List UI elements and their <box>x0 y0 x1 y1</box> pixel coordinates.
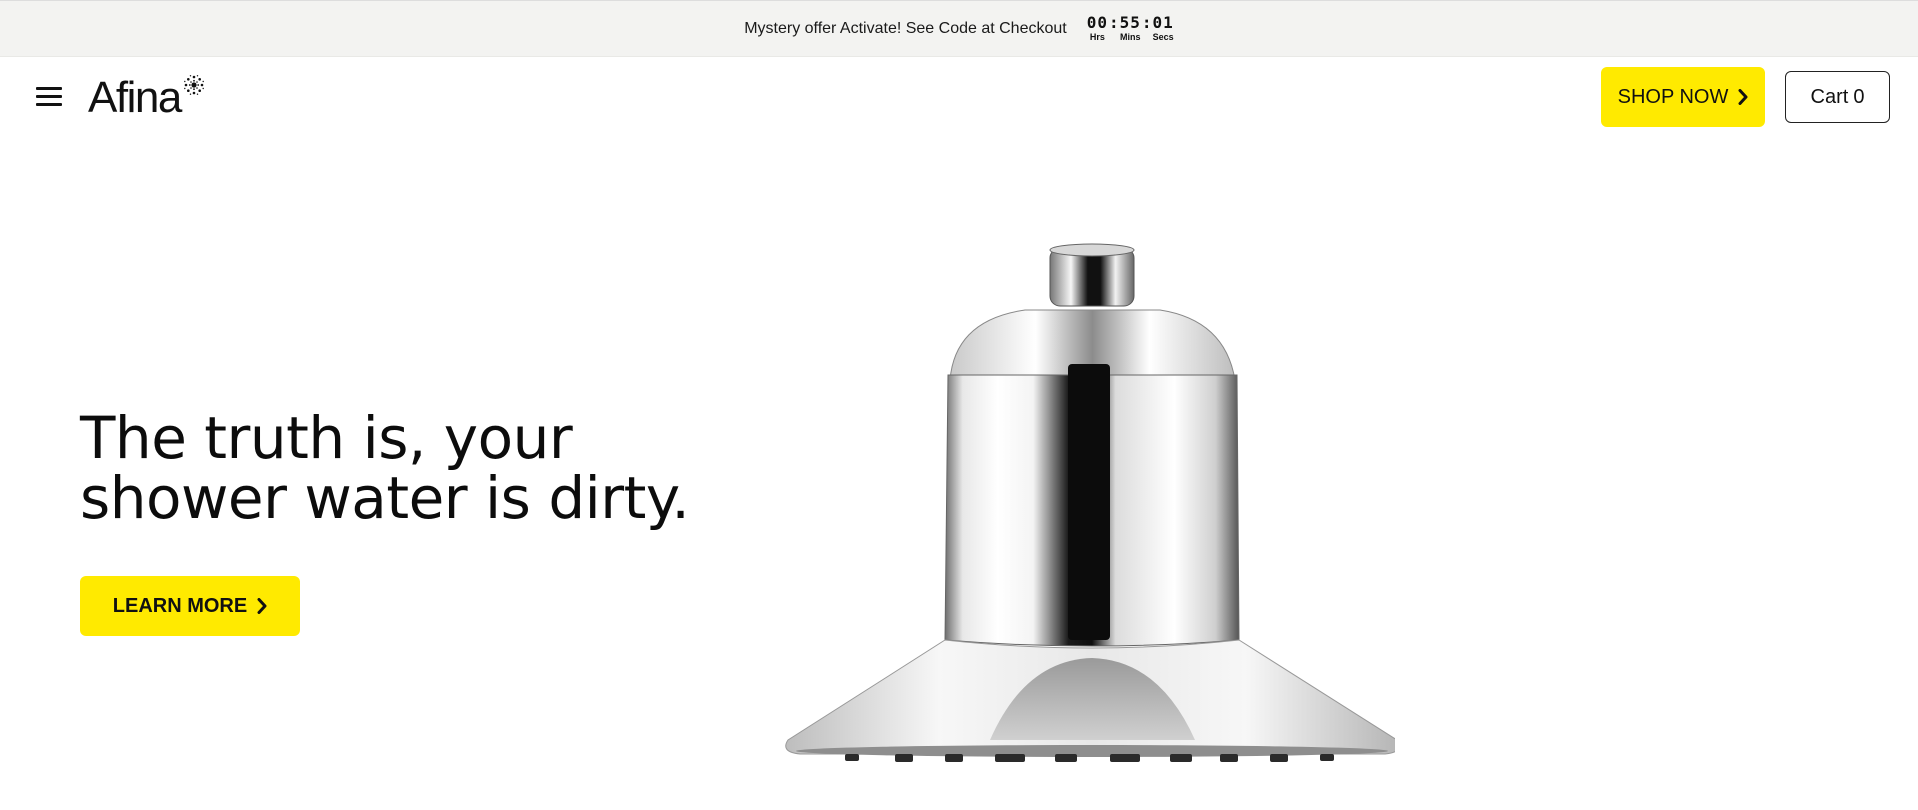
announcement-text: Mystery offer Activate! See Code at Chec… <box>744 19 1067 37</box>
timer-hours: 00 Hrs <box>1087 14 1108 43</box>
chevron-right-icon <box>257 598 267 614</box>
cart-count: 0 <box>1853 85 1865 108</box>
timer-minutes-label: Mins <box>1120 32 1141 42</box>
cart-button[interactable]: Cart 0 <box>1785 71 1890 123</box>
learn-more-button[interactable]: LEARN MORE <box>80 576 300 636</box>
timer-seconds-label: Secs <box>1152 32 1174 42</box>
site-header: Afina SHOP NOW Cart 0 <box>0 57 1918 137</box>
timer-seconds: 01 Secs <box>1153 14 1174 43</box>
timer-hours-value: 00 <box>1086 13 1108 32</box>
cart-label: Cart <box>1810 85 1849 108</box>
timer-separator: : <box>1108 13 1119 32</box>
sunburst-icon <box>183 75 204 95</box>
learn-more-label: LEARN MORE <box>112 594 248 617</box>
chevron-right-icon <box>1738 89 1748 105</box>
shop-now-label: SHOP NOW <box>1617 85 1729 108</box>
shower-head-image <box>785 243 1395 762</box>
hamburger-icon[interactable] <box>36 87 62 107</box>
timer-minutes: 55 Mins <box>1120 14 1141 43</box>
timer-seconds-value: 01 <box>1152 13 1174 32</box>
hero-title: The truth is, your shower water is dirty… <box>80 404 690 532</box>
shop-now-button[interactable]: SHOP NOW <box>1601 67 1765 127</box>
site-logo[interactable]: Afina <box>88 73 206 123</box>
announcement-bar: Mystery offer Activate! See Code at Chec… <box>0 0 1918 57</box>
logo-text: Afina <box>88 73 182 122</box>
timer-hours-label: Hrs <box>1089 32 1105 42</box>
timer-minutes-value: 55 <box>1119 13 1141 32</box>
countdown-timer: 00 Hrs : 55 Mins : 01 Secs <box>1087 14 1174 43</box>
timer-separator: : <box>1141 13 1152 32</box>
